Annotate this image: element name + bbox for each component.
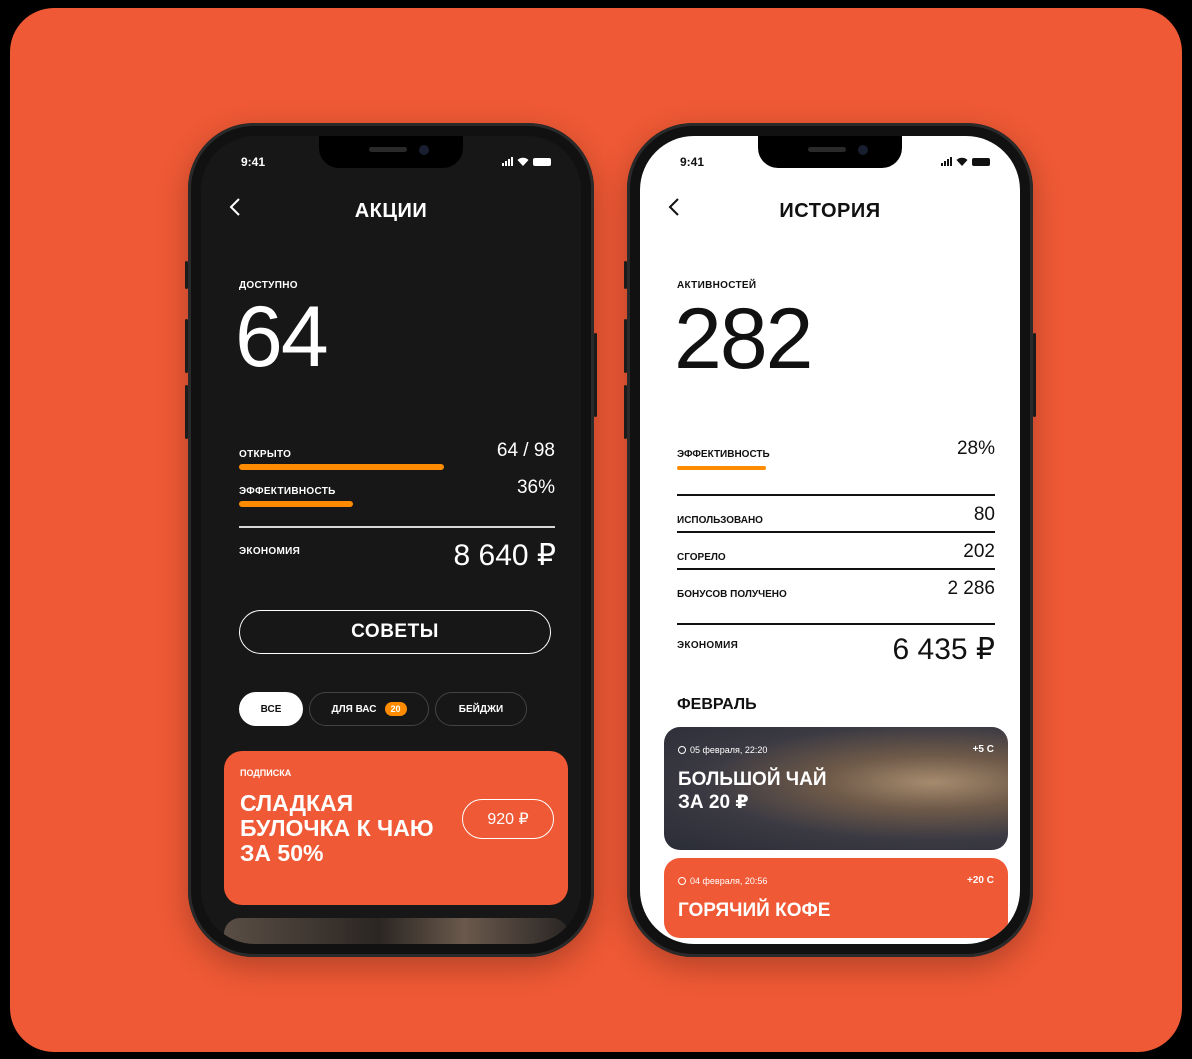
clock-icon [678,746,686,754]
efficiency-label: ЭФФЕКТИВНОСТЬ [677,449,770,460]
stat-row: ИСПОЛЬЗОВАНО 80 [677,504,995,528]
signal-icon [941,157,952,166]
front-camera [858,145,868,155]
opened-row: ОТКРЫТО 64 / 98 [239,440,555,462]
phone-left: 9:41 АКЦИИ ДОСТУПНО 64 ОТКРЫТО 64 / 98 Э… [185,123,597,957]
savings-label: ЭКОНОМИЯ [677,640,739,651]
background-panel: 9:41 АКЦИИ ДОСТУПНО 64 ОТКРЫТО 64 / 98 Э… [10,8,1182,1052]
history-item[interactable]: 04 февраля, 20:56 +20 С ГОРЯЧИЙ КОФЕ [664,858,1008,938]
status-time: 9:41 [680,155,705,169]
stat-row: СГОРЕЛО 202 [677,541,995,565]
opened-label: ОТКРЫТО [239,449,292,460]
stat-label: СГОРЕЛО [677,552,726,563]
efficiency-progress-bar [677,466,766,470]
nav-bar: ИСТОРИЯ [640,194,1020,230]
power-button [594,333,597,417]
month-header: ФЕВРАЛЬ [677,696,757,713]
wifi-icon [517,157,529,166]
volume-down-button [624,385,627,439]
history-item-meta: 04 февраля, 20:56 [678,876,767,886]
divider [677,494,995,496]
opened-progress-bar [239,464,444,470]
stat-label: БОНУСОВ ПОЛУЧЕНО [677,589,787,600]
history-item[interactable]: 05 февраля, 22:20 +5 С БОЛЬШОЙ ЧАЙ ЗА 20… [664,727,1008,850]
filter-tabs: ВСЕ ДЛЯ ВАС 20 БЕЙДЖИ [239,692,527,726]
signal-icon [502,157,513,166]
power-button [1033,333,1036,417]
divider [677,623,995,625]
phone-right: 9:41 ИСТОРИЯ АКТИВНОСТЕЙ 282 ЭФФЕКТИВНОС… [624,123,1036,957]
mute-switch [624,261,627,289]
volume-up-button [185,319,188,373]
activities-label: АКТИВНОСТЕЙ [677,280,757,291]
stat-row: БОНУСОВ ПОЛУЧЕНО 2 286 [677,578,995,602]
battery-icon [533,157,551,166]
opened-value: 64 / 98 [496,440,555,461]
activities-value: 282 [674,291,813,387]
stat-value: 2 286 [947,578,995,599]
screen-history: 9:41 ИСТОРИЯ АКТИВНОСТЕЙ 282 ЭФФЕКТИВНОС… [640,136,1020,944]
nav-bar: АКЦИИ [201,194,581,230]
screen-promotions: 9:41 АКЦИИ ДОСТУПНО 64 ОТКРЫТО 64 / 98 Э… [201,136,581,944]
efficiency-row: ЭФФЕКТИВНОСТЬ 28% [677,438,995,462]
available-value: 64 [235,289,329,385]
speaker [369,147,407,152]
savings-value: 6 435 ₽ [892,633,996,666]
history-item-title: БОЛЬШОЙ ЧАЙ ЗА 20 ₽ [678,769,827,813]
volume-down-button [185,385,188,439]
history-item-points: +20 С [967,875,994,886]
filter-badges[interactable]: БЕЙДЖИ [435,692,527,726]
clock-icon [678,877,686,885]
efficiency-progress-bar [239,501,353,507]
filter-all-label: ВСЕ [260,703,282,715]
history-item-points: +5 С [972,744,994,755]
battery-icon [972,157,990,166]
front-camera [419,145,429,155]
efficiency-row: ЭФФЕКТИВНОСТЬ 36% [239,477,555,499]
status-icons [502,157,551,166]
efficiency-value: 36% [516,477,555,498]
efficiency-value: 28% [956,438,995,459]
history-item-date: 05 февраля, 22:20 [690,745,768,755]
page-title: ИСТОРИЯ [779,200,881,222]
divider [677,531,995,533]
efficiency-label: ЭФФЕКТИВНОСТЬ [239,486,336,497]
filter-for-you[interactable]: ДЛЯ ВАС 20 [309,692,429,726]
status-icons [941,157,990,166]
promo-card[interactable]: ПОДПИСКА СЛАДКАЯ БУЛОЧКА К ЧАЮ ЗА 50% 92… [224,751,568,905]
history-item-date: 04 февраля, 20:56 [690,876,768,886]
notch [758,136,902,168]
history-item-meta: 05 февраля, 22:20 [678,745,767,755]
wifi-icon [956,157,968,166]
volume-up-button [624,319,627,373]
mute-switch [185,261,188,289]
stat-value: 80 [973,504,995,525]
divider [677,568,995,570]
promo-category: ПОДПИСКА [240,768,292,778]
filter-for-you-label: ДЛЯ ВАС [331,703,377,715]
advice-button[interactable]: СОВЕТЫ [239,610,551,654]
speaker [808,147,846,152]
filter-all[interactable]: ВСЕ [239,692,303,726]
savings-label: ЭКОНОМИЯ [239,546,301,557]
divider [239,526,555,528]
filter-for-you-badge: 20 [384,702,407,716]
promo-title: СЛАДКАЯ БУЛОЧКА К ЧАЮ ЗА 50% [240,790,434,866]
filter-badges-label: БЕЙДЖИ [458,703,504,715]
stat-value: 202 [963,541,995,562]
next-card-image [224,918,568,944]
history-item-title: ГОРЯЧИЙ КОФЕ [678,900,831,921]
status-time: 9:41 [241,155,266,169]
notch [319,136,463,168]
stat-label: ИСПОЛЬЗОВАНО [677,515,763,526]
promo-price-button[interactable]: 920 ₽ [462,799,554,839]
page-title: АКЦИИ [354,200,428,222]
savings-value: 8 640 ₽ [453,539,557,572]
